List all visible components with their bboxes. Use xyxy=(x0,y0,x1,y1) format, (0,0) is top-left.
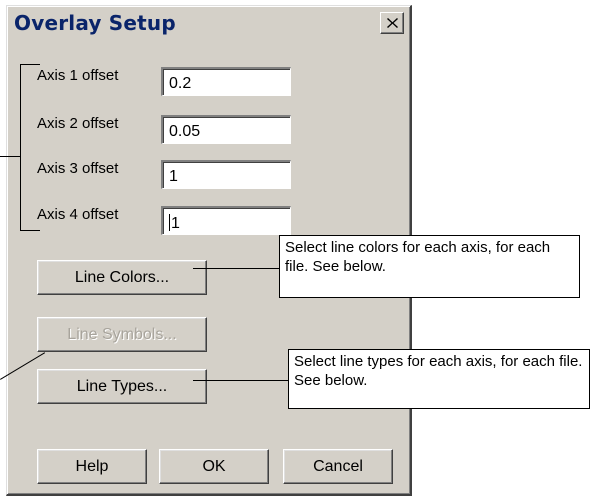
line-types-button[interactable]: Line Types... xyxy=(37,369,207,404)
line-colors-connector xyxy=(193,268,279,269)
line-symbols-button: Line Symbols... xyxy=(37,317,207,352)
line-types-connector xyxy=(193,380,288,381)
dialog-title: Overlay Setup xyxy=(14,11,176,35)
line-colors-callout: Select line colors for each axis, for ea… xyxy=(279,235,580,298)
ok-button[interactable]: OK xyxy=(159,449,269,484)
axis-2-offset-field[interactable]: 0.05 xyxy=(161,115,291,144)
bracket-top-tick xyxy=(20,64,40,65)
axis-group-bracket xyxy=(20,64,21,231)
axis-3-offset-value: 1 xyxy=(169,168,178,185)
axis-2-offset-label: Axis 2 offset xyxy=(37,115,119,132)
text-cursor xyxy=(169,214,170,231)
axis-1-offset-label: Axis 1 offset xyxy=(37,67,119,84)
line-colors-button[interactable]: Line Colors... xyxy=(37,260,207,295)
axis-2-offset-value: 0.05 xyxy=(169,123,201,140)
axis-4-offset-value: 1 xyxy=(171,215,180,232)
axis-1-offset-value: 0.2 xyxy=(169,75,192,92)
bracket-bottom-tick xyxy=(20,230,40,231)
axis-4-offset-field[interactable]: 1 xyxy=(161,206,291,235)
bracket-leader-line xyxy=(0,156,21,157)
axis-3-offset-label: Axis 3 offset xyxy=(37,160,119,177)
axis-3-offset-field[interactable]: 1 xyxy=(161,160,291,189)
title-bar: Overlay Setup xyxy=(10,9,408,39)
axis-4-offset-label: Axis 4 offset xyxy=(37,206,119,223)
close-button[interactable] xyxy=(380,12,404,34)
close-x-icon xyxy=(387,18,398,28)
cancel-button[interactable]: Cancel xyxy=(283,449,393,484)
line-types-callout: Select line types for each axis, for eac… xyxy=(288,349,590,409)
axis-1-offset-field[interactable]: 0.2 xyxy=(161,67,291,96)
help-button[interactable]: Help xyxy=(37,449,147,484)
